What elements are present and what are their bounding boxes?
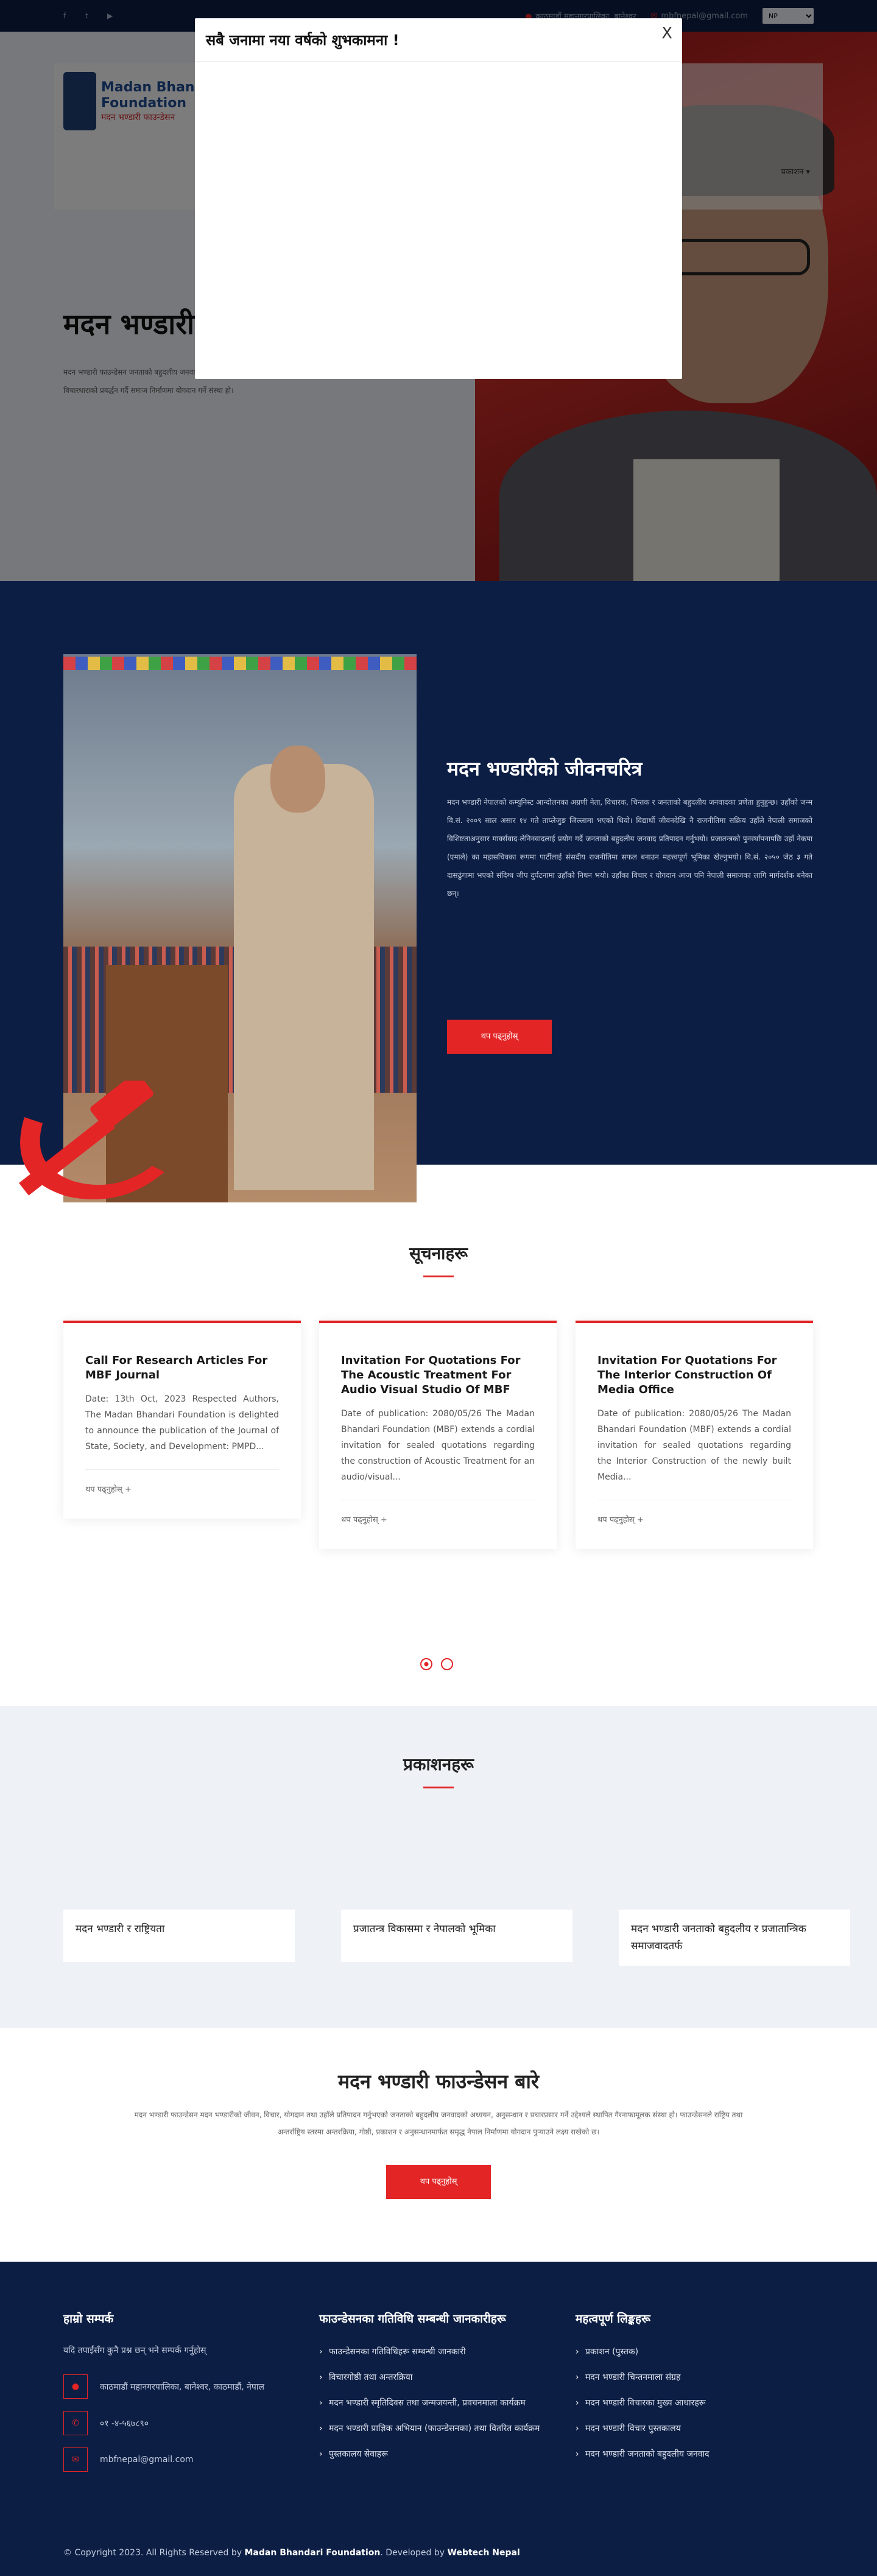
biography-text: मदन भण्डारी नेपालको कम्युनिस्ट आन्दोलनका… bbox=[447, 798, 812, 898]
footer-contact-column: हाम्रो सम्पर्क यदि तपाईंसँग कुनै प्रश्न … bbox=[63, 2310, 295, 2484]
notice-excerpt: Date: 13th Oct, 2023 Respected Authors, … bbox=[85, 1394, 279, 1452]
carousel-dot-2[interactable] bbox=[441, 1658, 453, 1670]
title-underline bbox=[423, 1276, 454, 1277]
about-read-more-button[interactable]: थप पढ्नुहोस् bbox=[386, 2165, 491, 2199]
publication-item[interactable]: मदन भण्डारी र राष्ट्रियता bbox=[63, 1910, 295, 1962]
biography-read-more-button[interactable]: थप पढ्नुहोस् bbox=[447, 1020, 552, 1054]
hammer-sickle-icon bbox=[19, 1081, 165, 1199]
footer: हाम्रो सम्पर्क यदि तपाईंसँग कुनै प्रश्न … bbox=[0, 2262, 877, 2576]
notice-read-more-link[interactable]: थप पढ्नुहोस् + bbox=[341, 1500, 535, 1525]
publication-item[interactable]: मदन भण्डारी जनताको बहुदलीय र प्रजातान्त्… bbox=[619, 1910, 850, 1966]
notice-title[interactable]: Invitation For Quotations For The Acoust… bbox=[341, 1353, 535, 1397]
publications-title: प्रकाशनहरू bbox=[403, 1754, 474, 1774]
footer-email[interactable]: ✉ mbfnepal@gmail.com bbox=[63, 2447, 295, 2472]
modal-close-button[interactable]: X bbox=[661, 24, 672, 43]
notice-card[interactable]: Call For Research Articles For MBF Journ… bbox=[63, 1321, 301, 1519]
notice-read-more-link[interactable]: थप पढ्नुहोस् + bbox=[85, 1469, 279, 1494]
location-icon: ● bbox=[63, 2374, 88, 2399]
footer-activities-column: फाउन्डेसनका गतिविधि सम्बन्धी जानकारीहरू … bbox=[319, 2310, 563, 2472]
copyright-org-link[interactable]: Madan Bhandari Foundation bbox=[245, 2548, 381, 2558]
notice-excerpt: Date of publication: 2080/05/26 The Mada… bbox=[597, 1409, 791, 1482]
notice-title[interactable]: Invitation For Quotations For The Interi… bbox=[597, 1353, 791, 1397]
notice-excerpt: Date of publication: 2080/05/26 The Mada… bbox=[341, 1409, 535, 1482]
footer-phone[interactable]: ✆ ०१ -४-५६७८९० bbox=[63, 2411, 295, 2435]
publications-section: प्रकाशनहरू मदन भण्डारी र राष्ट्रियता प्र… bbox=[0, 1706, 877, 2028]
notice-card[interactable]: Invitation For Quotations For The Acoust… bbox=[319, 1321, 557, 1549]
new-year-modal: सबै जनामा नया वर्षको शुभकामना ! X bbox=[195, 18, 682, 379]
carousel-dot-1[interactable] bbox=[420, 1658, 432, 1670]
footer-link[interactable]: मदन भण्डारी विचारका मुख्य आधारहरू bbox=[576, 2396, 819, 2410]
notice-card[interactable]: Invitation For Quotations For The Interi… bbox=[576, 1321, 813, 1549]
about-foundation-section: मदन भण्डारी फाउन्डेसन बारे मदन भण्डारी फ… bbox=[0, 2028, 877, 2262]
about-foundation-heading: मदन भण्डारी फाउन्डेसन बारे bbox=[338, 2070, 539, 2093]
footer-link[interactable]: मदन भण्डारी प्राज्ञिक अभियान (फाउन्डेसनक… bbox=[319, 2421, 563, 2436]
footer-link[interactable]: मदन भण्डारी चिन्तनमाला संग्रह bbox=[576, 2370, 819, 2385]
footer-link[interactable]: मदन भण्डारी स्मृतिदिवस तथा जन्मजयन्ती, प… bbox=[319, 2396, 563, 2410]
title-underline bbox=[423, 1787, 454, 1788]
modal-title: सबै जनामा नया वर्षको शुभकामना ! bbox=[195, 18, 682, 62]
phone-icon: ✆ bbox=[63, 2411, 88, 2435]
carousel-dots bbox=[420, 1658, 453, 1670]
notices-section: सूचनाहरू Call For Research Articles For … bbox=[0, 1165, 877, 1706]
notice-read-more-link[interactable]: थप पढ्नुहोस् + bbox=[597, 1500, 791, 1525]
footer-contact-info: यदि तपाईंसँग कुनै प्रश्न छन् भने सम्पर्क… bbox=[63, 2346, 206, 2355]
footer-contact-title: हाम्रो सम्पर्क bbox=[63, 2312, 114, 2326]
footer-link[interactable]: प्रकाशन (पुस्तक) bbox=[576, 2345, 819, 2359]
footer-link[interactable]: मदन भण्डारी विचार पुस्तकालय bbox=[576, 2421, 819, 2436]
publication-item[interactable]: प्रजातन्त्र विकासमा र नेपालको भूमिका bbox=[341, 1910, 572, 1962]
envelope-icon: ✉ bbox=[63, 2447, 88, 2472]
footer-link[interactable]: पुस्तकालय सेवाहरू bbox=[319, 2447, 563, 2461]
footer-link[interactable]: विचारगोष्ठी तथा अन्तरक्रिया bbox=[319, 2370, 563, 2385]
footer-address: ● काठमाडौं महानगरपालिका, बानेश्वर, काठमाड… bbox=[63, 2374, 295, 2399]
about-foundation-text: मदन भण्डारी फाउन्डेसन मदन भण्डारीको जीवन… bbox=[134, 2111, 743, 2136]
copyright: © Copyright 2023. All Rights Reserved by… bbox=[63, 2548, 520, 2558]
developer-link[interactable]: Webtech Nepal bbox=[448, 2548, 520, 2558]
footer-links-column: महत्वपूर्ण लिङ्कहरू प्रकाशन (पुस्तक) मदन… bbox=[576, 2310, 819, 2472]
footer-activities-title: फाउन्डेसनका गतिविधि सम्बन्धी जानकारीहरू bbox=[319, 2312, 506, 2326]
biography-section: मदन भण्डारीको जीवनचरित्र मदन भण्डारी नेप… bbox=[0, 581, 877, 1202]
notice-title[interactable]: Call For Research Articles For MBF Journ… bbox=[85, 1353, 279, 1383]
biography-heading: मदन भण्डारीको जीवनचरित्र bbox=[447, 757, 643, 780]
footer-link[interactable]: फाउन्डेसनका गतिविधिहरू सम्बन्धी जानकारी bbox=[319, 2345, 563, 2359]
footer-link[interactable]: मदन भण्डारी जनताको बहुदलीय जनवाद bbox=[576, 2447, 819, 2461]
footer-links-title: महत्वपूर्ण लिङ्कहरू bbox=[576, 2312, 650, 2326]
